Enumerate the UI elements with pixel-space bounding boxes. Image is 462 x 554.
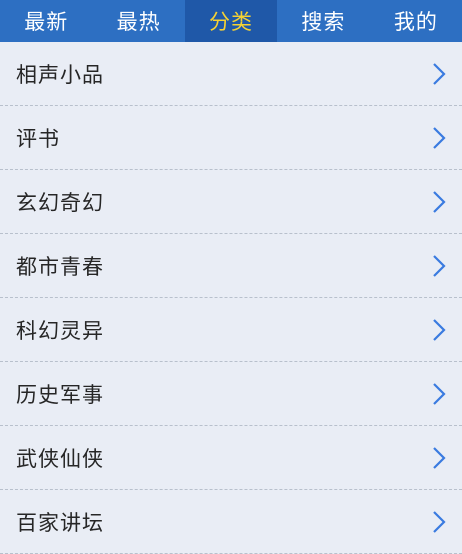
tab-label: 搜索 bbox=[301, 10, 346, 34]
tab-search[interactable]: 搜索 bbox=[277, 0, 369, 42]
category-row-storytelling[interactable]: 评书 bbox=[0, 106, 462, 170]
chevron-right-icon bbox=[432, 382, 446, 406]
chevron-right-icon bbox=[432, 62, 446, 86]
category-row-urban-youth[interactable]: 都市青春 bbox=[0, 234, 462, 298]
category-row-lecture-room[interactable]: 百家讲坛 bbox=[0, 490, 462, 554]
tab-mine[interactable]: 我的 bbox=[370, 0, 462, 42]
tab-categories[interactable]: 分类 bbox=[184, 0, 278, 42]
chevron-right-icon bbox=[432, 510, 446, 534]
chevron-right-icon bbox=[432, 126, 446, 150]
category-label: 武侠仙侠 bbox=[16, 446, 104, 471]
category-label: 都市青春 bbox=[16, 254, 104, 279]
tab-label: 我的 bbox=[393, 10, 438, 34]
chevron-right-icon bbox=[432, 446, 446, 470]
tab-hottest[interactable]: 最热 bbox=[92, 0, 184, 42]
category-label: 评书 bbox=[16, 126, 60, 151]
tab-label: 最新 bbox=[24, 10, 69, 34]
category-row-scifi-supernatural[interactable]: 科幻灵异 bbox=[0, 298, 462, 362]
chevron-right-icon bbox=[432, 190, 446, 214]
top-tab-bar: 最新 最热 分类 搜索 我的 bbox=[0, 0, 462, 42]
category-label: 百家讲坛 bbox=[16, 510, 104, 535]
category-label: 相声小品 bbox=[16, 62, 104, 87]
chevron-right-icon bbox=[432, 254, 446, 278]
category-row-wuxia-xianxia[interactable]: 武侠仙侠 bbox=[0, 426, 462, 490]
category-row-fantasy[interactable]: 玄幻奇幻 bbox=[0, 170, 462, 234]
category-row-crosstalk[interactable]: 相声小品 bbox=[0, 42, 462, 106]
tab-latest[interactable]: 最新 bbox=[0, 0, 92, 42]
category-label: 玄幻奇幻 bbox=[16, 190, 104, 215]
category-label: 历史军事 bbox=[16, 382, 104, 407]
category-label: 科幻灵异 bbox=[16, 318, 104, 343]
tab-label: 最热 bbox=[116, 10, 161, 34]
category-list: 相声小品 评书 玄幻奇幻 都市青春 科幻灵异 历史军事 武侠仙侠 百家讲坛 bbox=[0, 42, 462, 554]
tab-label: 分类 bbox=[209, 10, 254, 34]
category-row-history-military[interactable]: 历史军事 bbox=[0, 362, 462, 426]
chevron-right-icon bbox=[432, 318, 446, 342]
